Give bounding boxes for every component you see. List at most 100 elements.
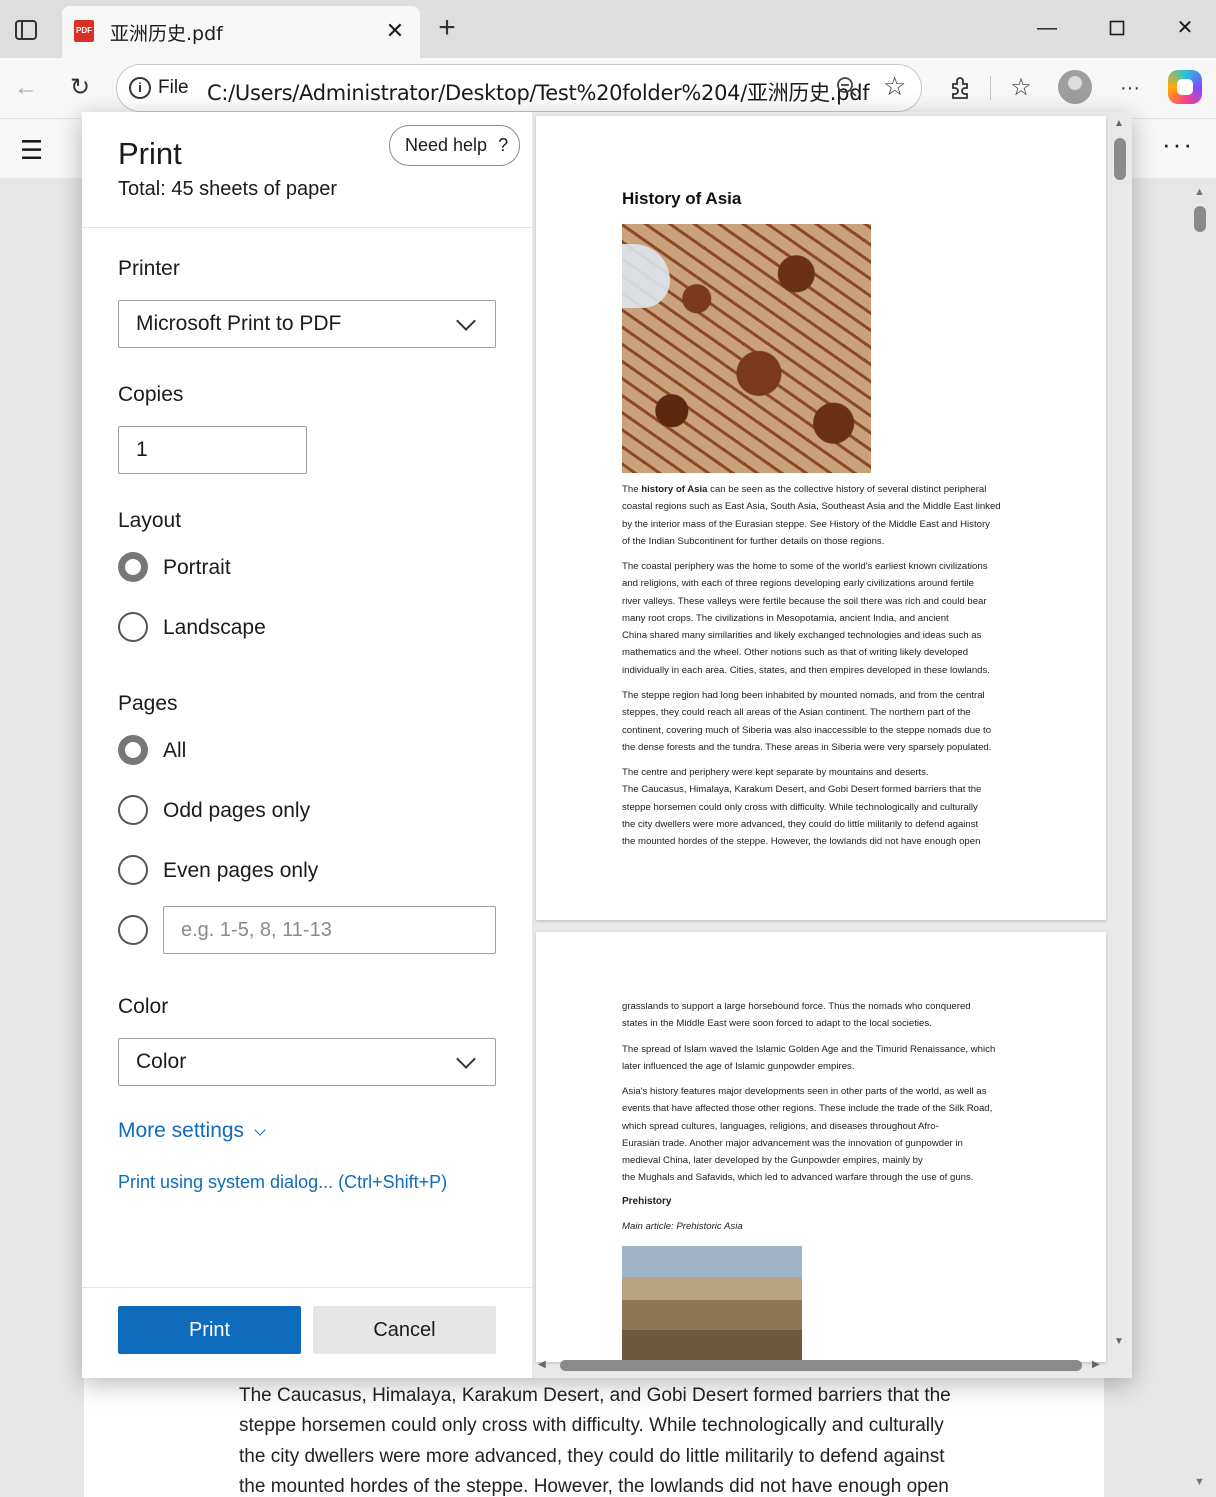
layout-label: Layout — [118, 509, 182, 532]
chevron-down-icon — [254, 1124, 266, 1136]
favorites-icon[interactable]: ☆ — [1003, 70, 1039, 106]
address-bar[interactable]: i File C:/Users/Administrator/Desktop/Te… — [116, 64, 922, 112]
back-icon[interactable]: ← — [8, 70, 44, 106]
scheme-label: File — [158, 77, 189, 98]
more-settings-link[interactable]: More settings — [118, 1119, 266, 1143]
text-line: Eurasian trade. Another major advancemen… — [622, 1137, 963, 1149]
chevron-down-icon — [456, 311, 476, 331]
text-line: coastal regions such as East Asia, South… — [622, 501, 1001, 513]
preview-horizontal-scrollbar[interactable]: ◀ ▶ — [536, 1356, 1106, 1374]
info-icon[interactable]: i — [129, 77, 151, 99]
print-preview-pane[interactable]: History of Asia The history of Asia can … — [532, 112, 1132, 1378]
scrollbar-thumb[interactable] — [1114, 138, 1126, 180]
question-icon: ? — [498, 135, 509, 155]
landscape-label[interactable]: Landscape — [163, 616, 266, 640]
bold-term: history of Asia — [641, 484, 708, 495]
printer-select[interactable]: Microsoft Print to PDF — [118, 300, 496, 348]
pages-label: Pages — [118, 692, 178, 715]
text-line: The steppe region had long been inhabite… — [622, 690, 985, 701]
scrollbar-thumb[interactable] — [1194, 206, 1206, 232]
text-line: by the interior mass of the Eurasian ste… — [622, 518, 990, 530]
odd-pages-radio[interactable] — [118, 795, 148, 825]
contents-list-icon[interactable]: ☰ — [20, 135, 43, 166]
preview-vertical-scrollbar[interactable]: ▲ ▼ — [1112, 118, 1128, 1350]
color-select[interactable]: Color — [118, 1038, 496, 1086]
custom-range-radio[interactable] — [118, 915, 148, 945]
main-article-caption: Main article: Prehistoric Asia — [622, 1221, 743, 1232]
copilot-icon[interactable] — [1168, 70, 1202, 104]
favorite-star-icon[interactable]: ☆ — [883, 71, 906, 102]
profile-avatar[interactable] — [1058, 70, 1092, 104]
scroll-up-icon[interactable]: ▲ — [1114, 118, 1124, 129]
scroll-up-icon[interactable]: ▲ — [1194, 186, 1205, 198]
pdf-file-icon: PDF — [74, 20, 94, 42]
section-heading: Prehistory — [622, 1196, 672, 1207]
text-line: the mounted hordes of the steppe. Howeve… — [622, 836, 981, 848]
text-line: grasslands to support a large horsebound… — [622, 1001, 971, 1012]
scroll-right-icon[interactable]: ▶ — [1092, 1359, 1100, 1370]
browser-tab[interactable]: PDF 亚洲历史.pdf ✕ — [62, 6, 420, 58]
close-window-icon[interactable]: ✕ — [1160, 8, 1210, 48]
address-toolbar: ← ↻ i File C:/Users/Administrator/Deskto… — [0, 58, 1216, 118]
pdf-more-icon[interactable]: ··· — [1162, 129, 1194, 160]
text-line: the Mughals and Safavids, which led to a… — [622, 1172, 974, 1184]
more-settings-label: More settings — [118, 1119, 245, 1142]
even-pages-radio[interactable] — [118, 855, 148, 885]
printer-label: Printer — [118, 257, 180, 280]
print-dialog: Print Total: 45 sheets of paper Need hel… — [82, 112, 1132, 1378]
text-line: Asia's history features major developmen… — [622, 1086, 987, 1097]
text-run: The — [622, 484, 642, 495]
text-line: The centre and periphery were kept separ… — [622, 767, 929, 778]
text-line: steppes, they could reach all areas of t… — [622, 707, 971, 719]
portrait-radio[interactable] — [118, 552, 148, 582]
print-settings-panel: Print Total: 45 sheets of paper Need hel… — [82, 112, 532, 1378]
text-line: China shared many similarities and likel… — [622, 630, 982, 642]
system-dialog-link[interactable]: Print using system dialog... (Ctrl+Shift… — [118, 1172, 447, 1193]
paragraph: The history of Asia can be seen as the c… — [622, 481, 1022, 550]
scroll-left-icon[interactable]: ◀ — [538, 1359, 546, 1370]
paragraph: Asia's history features major developmen… — [622, 1083, 1022, 1187]
page-range-input[interactable]: e.g. 1-5, 8, 11-13 — [163, 906, 496, 954]
text-line: individually in each area. Cities, state… — [622, 664, 990, 676]
text-line: The coastal periphery was the home to so… — [622, 561, 988, 572]
text-line: the city dwellers were more advanced, th… — [622, 818, 979, 830]
copies-input[interactable]: 1 — [118, 426, 307, 474]
tab-title: 亚洲历史.pdf — [110, 23, 223, 45]
copies-label: Copies — [118, 383, 184, 406]
refresh-icon[interactable]: ↻ — [62, 70, 98, 106]
doc-line: The Caucasus, Himalaya, Karakum Desert, … — [239, 1385, 951, 1406]
cancel-button[interactable]: Cancel — [313, 1306, 496, 1354]
portrait-label[interactable]: Portrait — [163, 556, 231, 580]
tab-actions-icon[interactable] — [10, 14, 42, 46]
close-tab-icon[interactable]: ✕ — [380, 16, 410, 46]
scrollbar-thumb[interactable] — [560, 1360, 1082, 1371]
need-help-button[interactable]: Need help ? — [389, 125, 520, 166]
minimize-icon[interactable]: — — [1022, 8, 1072, 48]
paragraph: grasslands to support a large horsebound… — [622, 998, 1022, 1033]
doc-line: the mounted hordes of the steppe. Howeve… — [239, 1476, 949, 1497]
preview-page: grasslands to support a large horsebound… — [536, 932, 1106, 1362]
all-pages-radio[interactable] — [118, 735, 148, 765]
text-line: mathematics and the wheel. Other notions… — [622, 647, 969, 659]
text-line: states in the Middle East were soon forc… — [622, 1018, 932, 1030]
paragraph: The spread of Islam waved the Islamic Go… — [622, 1041, 1022, 1076]
zoom-icon[interactable] — [835, 75, 859, 105]
even-pages-label[interactable]: Even pages only — [163, 859, 318, 883]
scroll-down-icon[interactable]: ▼ — [1194, 1476, 1205, 1488]
footer-divider — [82, 1287, 532, 1288]
odd-pages-label[interactable]: Odd pages only — [163, 799, 310, 823]
more-options-icon[interactable]: ··· — [1112, 70, 1148, 106]
scroll-down-icon[interactable]: ▼ — [1114, 1336, 1124, 1347]
landscape-radio[interactable] — [118, 612, 148, 642]
pdf-document-page: The Caucasus, Himalaya, Karakum Desert, … — [84, 1378, 1104, 1497]
extensions-icon[interactable] — [942, 70, 978, 106]
ruins-image — [622, 1246, 802, 1362]
paragraph: The coastal periphery was the home to so… — [622, 558, 1022, 679]
url-text[interactable]: C:/Users/Administrator/Desktop/Test%20fo… — [207, 77, 870, 107]
print-button[interactable]: Print — [118, 1306, 301, 1354]
all-pages-label[interactable]: All — [163, 739, 186, 763]
maximize-icon[interactable] — [1092, 8, 1142, 48]
pdf-scrollbar[interactable]: ▲ ▼ — [1190, 180, 1212, 1497]
text-line: which spread cultures, languages, religi… — [622, 1120, 939, 1132]
new-tab-button[interactable]: + — [430, 12, 464, 46]
